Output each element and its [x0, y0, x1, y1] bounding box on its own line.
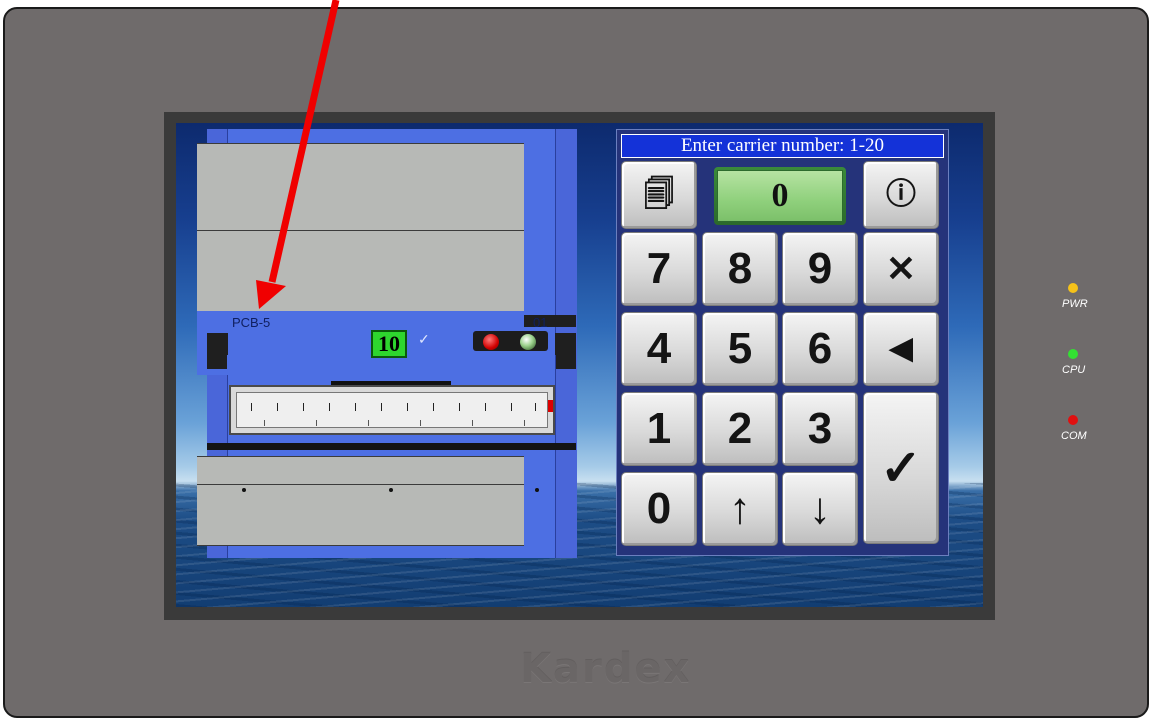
ruler-tick — [251, 403, 252, 411]
carrier-count[interactable]: 10 — [371, 330, 407, 358]
carrier-tray-middle — [197, 230, 524, 318]
key-7[interactable]: 7 — [621, 232, 697, 306]
red-led-icon — [483, 334, 499, 350]
ruler-minor-tick — [368, 420, 369, 426]
key-8[interactable]: 8 — [702, 232, 778, 306]
ruler-scale — [236, 392, 548, 428]
brand-logo: Kardex — [520, 646, 692, 692]
carrier-position: 01 — [533, 315, 548, 330]
touch-screen: PCB-5 01 10 ✓ Enter carrier number: 1-20… — [176, 123, 983, 607]
com-label: COM — [1061, 430, 1087, 442]
carrier-ruler — [229, 385, 555, 435]
ruler-minor-tick — [420, 420, 421, 426]
backspace-button[interactable]: ◀ — [863, 312, 939, 386]
ruler-tick — [381, 403, 382, 411]
pwr-label: PWR — [1062, 298, 1088, 310]
pwr-led-icon — [1068, 283, 1078, 293]
com-led-icon — [1068, 415, 1078, 425]
check-icon: ✓ — [418, 331, 430, 347]
cpu-led-icon — [1068, 349, 1078, 359]
ruler-tick — [535, 403, 536, 411]
copy-button[interactable]: 🗐 — [621, 161, 697, 229]
carrier-divider — [207, 443, 576, 450]
ruler-minor-tick — [524, 420, 525, 426]
ruler-marker — [548, 400, 553, 412]
ruler-minor-tick — [472, 420, 473, 426]
tray-dot — [242, 488, 246, 492]
key-1[interactable]: 1 — [621, 392, 697, 466]
key-9[interactable]: 9 — [782, 232, 858, 306]
enter-button[interactable]: ✓ — [863, 392, 939, 544]
ruler-tick — [329, 403, 330, 411]
ruler-minor-tick — [264, 420, 265, 426]
ruler-minor-tick — [316, 420, 317, 426]
down-arrow-button[interactable]: ↓ — [782, 472, 858, 546]
value-display[interactable]: 0 — [717, 170, 843, 222]
tray-dot — [389, 488, 393, 492]
ruler-tick — [277, 403, 278, 411]
cpu-label: CPU — [1062, 364, 1086, 376]
ruler-tick — [433, 403, 434, 411]
carrier-tray-lower — [197, 456, 524, 486]
ruler-tick — [485, 403, 486, 411]
ruler-tick — [355, 403, 356, 411]
carrier-side-left — [207, 355, 227, 369]
carrier-tray-bottom — [197, 484, 524, 546]
key-5[interactable]: 5 — [702, 312, 778, 386]
ruler-tick — [303, 403, 304, 411]
tray-dot — [535, 488, 539, 492]
prompt-label: Enter carrier number: 1-20 — [621, 134, 944, 158]
key-4[interactable]: 4 — [621, 312, 697, 386]
ruler-tick — [407, 403, 408, 411]
up-arrow-button[interactable]: ↑ — [702, 472, 778, 546]
key-3[interactable]: 3 — [782, 392, 858, 466]
ruler-tick — [459, 403, 460, 411]
carrier-side-right — [556, 355, 576, 369]
key-6[interactable]: 6 — [782, 312, 858, 386]
info-button[interactable]: ⓘ — [863, 161, 939, 229]
ruler-tick — [511, 403, 512, 411]
carrier-name: PCB-5 — [232, 315, 271, 330]
carrier-tray-upper — [197, 143, 524, 232]
green-led-icon — [520, 334, 536, 350]
clear-button[interactable]: ✕ — [863, 232, 939, 306]
key-0[interactable]: 0 — [621, 472, 697, 546]
key-2[interactable]: 2 — [702, 392, 778, 466]
